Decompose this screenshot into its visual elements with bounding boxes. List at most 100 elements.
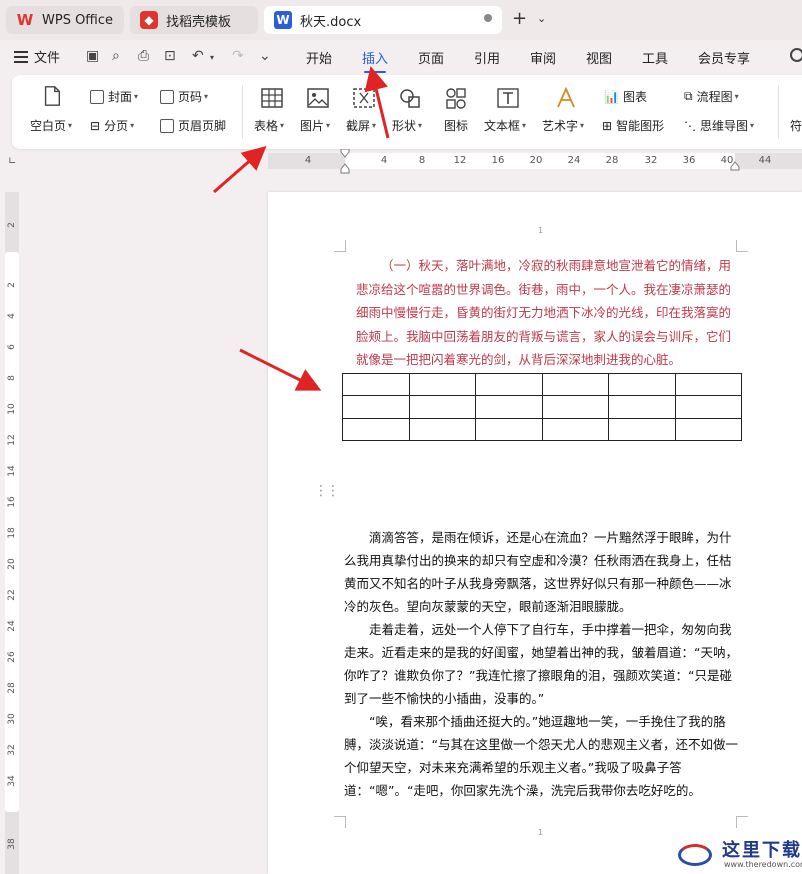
ruler-tick: 8 bbox=[7, 375, 17, 381]
chevron-down-icon[interactable]: ⌄ bbox=[537, 12, 546, 25]
ruler-tick: 2 bbox=[7, 222, 17, 228]
tab-stop-icon[interactable]: ∟ bbox=[8, 156, 16, 167]
print-preview-icon[interactable]: ⊡ bbox=[164, 48, 176, 64]
table-cell[interactable] bbox=[408, 417, 476, 442]
textbox-button[interactable]: 文本框 ▾ bbox=[484, 117, 526, 134]
indent-marker-icon[interactable] bbox=[340, 149, 350, 175]
table-cell[interactable] bbox=[408, 395, 476, 419]
ruler-tick: 28 bbox=[7, 682, 17, 694]
page-number-label: 页码 bbox=[178, 90, 203, 104]
print-icon[interactable]: ⎙ bbox=[138, 48, 149, 64]
red-paragraph[interactable]: （一）秋天，落叶满地，冷寂的秋雨肆意地宣泄着它的情绪，用悲凉给这个喧嚣的世界调色… bbox=[356, 254, 738, 372]
ruler-tick: 24 bbox=[567, 155, 581, 166]
table-cell[interactable] bbox=[408, 372, 476, 397]
paragraph[interactable]: “唉，看来那个插曲还挺大的。”她逗趣地一笑，一手挽住了我的胳膊，淡淡说道：“与其… bbox=[344, 710, 740, 802]
paragraph[interactable]: 滴滴答答，是雨在倾诉，还是心在流血？一片黯然浮于眼眸，为什么我用真挚付出的换来的… bbox=[344, 526, 740, 618]
tab-tools[interactable]: 工具 bbox=[642, 48, 668, 67]
blank-page-button[interactable]: 空白页 ▾ bbox=[30, 117, 72, 134]
table-cell[interactable] bbox=[475, 395, 543, 419]
export-icon[interactable]: ⌕ bbox=[112, 48, 120, 64]
table-cell[interactable] bbox=[342, 417, 410, 442]
tab-wps-office[interactable]: W WPS Office bbox=[6, 6, 124, 34]
shape-button[interactable]: 形状 ▾ bbox=[392, 117, 422, 134]
table-button[interactable]: 表格 ▾ bbox=[254, 117, 284, 134]
tab-insert[interactable]: 插入 bbox=[362, 48, 388, 73]
title-tab-bar: W WPS Office ◆ 找稻壳模板 W 秋天.docx + ⌄ bbox=[0, 0, 802, 40]
ruler-tick: 34 bbox=[7, 775, 17, 787]
tab-references[interactable]: 引用 bbox=[474, 48, 500, 67]
ruler-tick: 18 bbox=[7, 527, 17, 539]
tab-document[interactable]: W 秋天.docx bbox=[264, 6, 502, 34]
insert-ribbon: 空白页 ▾ 封面 ▾ ⊟ 分页 ▾ 页码 ▾ 页眉页脚 表格 ▾ 图片 ▾ 截屏 ▾ 形状 ▾ 图… bbox=[12, 75, 802, 149]
document-page[interactable]: 1 1 （一）秋天，落叶满地，冷寂的秋雨肆意地宣泄着它的情绪，用悲凉给这个喧嚣的… bbox=[268, 192, 802, 874]
table-cell[interactable] bbox=[674, 395, 742, 419]
site-watermark: 这里下载 www.theredown.com bbox=[670, 832, 802, 874]
inserted-table[interactable] bbox=[342, 372, 742, 442]
tab-start[interactable]: 开始 bbox=[306, 48, 332, 67]
tab-member[interactable]: 会员专享 bbox=[698, 48, 750, 67]
search-icon[interactable] bbox=[790, 48, 802, 62]
page-number-bottom: 1 bbox=[538, 828, 544, 837]
blank-page-icon bbox=[44, 86, 61, 106]
picture-button[interactable]: 图片 ▾ bbox=[300, 117, 330, 134]
tab-label: 秋天.docx bbox=[300, 14, 362, 30]
ruler-tick: 36 bbox=[682, 155, 696, 166]
table-cell[interactable] bbox=[475, 417, 543, 442]
picture-label: 图片 bbox=[300, 119, 325, 133]
wordart-button[interactable]: 艺术字 ▾ bbox=[542, 117, 584, 134]
table-cell[interactable] bbox=[674, 372, 742, 397]
ruler-tick: 12 bbox=[7, 434, 17, 446]
smart-graphic-button[interactable]: ⊞ 智能图形 bbox=[602, 117, 664, 134]
body-text[interactable]: 滴滴答答，是雨在倾诉，还是心在流血？一片黯然浮于眼眸，为什么我用真挚付出的换来的… bbox=[344, 526, 740, 802]
chart-label: 图表 bbox=[622, 90, 647, 104]
margin-corner bbox=[334, 240, 346, 252]
table-cell[interactable] bbox=[541, 372, 609, 397]
picture-icon bbox=[307, 88, 329, 108]
flowchart-button[interactable]: ⧉ 流程图 ▾ bbox=[684, 88, 739, 105]
table-cell[interactable] bbox=[541, 395, 609, 419]
ruler-tick: 12 bbox=[453, 155, 467, 166]
watermark-url: www.theredown.com bbox=[724, 860, 802, 869]
table-cell[interactable] bbox=[608, 395, 676, 419]
undo-dropdown-icon[interactable]: ▾ bbox=[210, 53, 214, 62]
table-cell[interactable] bbox=[475, 372, 543, 397]
table-cell[interactable] bbox=[608, 417, 676, 442]
table-cell[interactable] bbox=[608, 372, 676, 397]
chart-button[interactable]: 📊 图表 bbox=[604, 88, 647, 105]
mindmap-button[interactable]: ⋱ 思维导图 ▾ bbox=[684, 117, 754, 134]
cover-button[interactable]: 封面 ▾ bbox=[90, 88, 138, 105]
flowchart-icon: ⧉ bbox=[684, 89, 693, 103]
cover-label: 封面 bbox=[108, 90, 133, 104]
tab-close-icon[interactable] bbox=[484, 14, 492, 22]
save-icon[interactable]: ▣ bbox=[86, 48, 99, 64]
horizontal-ruler[interactable]: 4 4 8 12 16 20 24 28 32 36 40 44 bbox=[268, 149, 802, 174]
screenshot-button[interactable]: 截屏 ▾ bbox=[346, 117, 376, 134]
icon-button[interactable]: 图标 bbox=[444, 117, 468, 134]
tab-docer-templates[interactable]: ◆ 找稻壳模板 bbox=[130, 6, 258, 34]
paragraph[interactable]: 走着走着，远处一个人停下了自行车，手中撑着一把伞，匆匆向我走来。近看走来的是我的… bbox=[344, 618, 740, 710]
more-tools-icon[interactable]: ⌄ bbox=[259, 48, 271, 64]
tab-review[interactable]: 审阅 bbox=[530, 48, 556, 67]
ruler-tick: 22 bbox=[7, 589, 17, 601]
page-break-label: 分页 bbox=[104, 119, 129, 133]
page-break-button[interactable]: ⊟ 分页 ▾ bbox=[90, 117, 134, 134]
table-cell[interactable] bbox=[342, 372, 410, 397]
tab-page[interactable]: 页面 bbox=[418, 48, 444, 67]
file-menu[interactable]: 文件 bbox=[14, 47, 60, 66]
table-cell[interactable] bbox=[541, 417, 609, 442]
drag-handle-icon[interactable]: ⋮⋮ bbox=[314, 484, 340, 498]
right-indent-marker-icon[interactable] bbox=[730, 161, 740, 171]
vertical-ruler[interactable]: 2 2 4 6 8 10 12 14 16 18 20 22 24 26 28 … bbox=[5, 192, 19, 874]
table-cell[interactable] bbox=[674, 417, 742, 442]
new-tab-icon[interactable]: + bbox=[512, 8, 527, 29]
watermark-title: 这里下载 bbox=[722, 840, 802, 861]
undo-icon[interactable]: ↶ bbox=[192, 48, 204, 64]
tab-view[interactable]: 视图 bbox=[586, 48, 612, 67]
header-footer-button[interactable]: 页眉页脚 bbox=[160, 117, 226, 134]
ruler-tick: 16 bbox=[7, 496, 17, 508]
symbol-button[interactable]: 符 bbox=[790, 117, 802, 134]
page-break-icon: ⊟ bbox=[90, 118, 101, 133]
redo-icon[interactable]: ↷ bbox=[232, 48, 244, 64]
table-cell[interactable] bbox=[342, 395, 410, 419]
page-number-button[interactable]: 页码 ▾ bbox=[160, 88, 208, 105]
